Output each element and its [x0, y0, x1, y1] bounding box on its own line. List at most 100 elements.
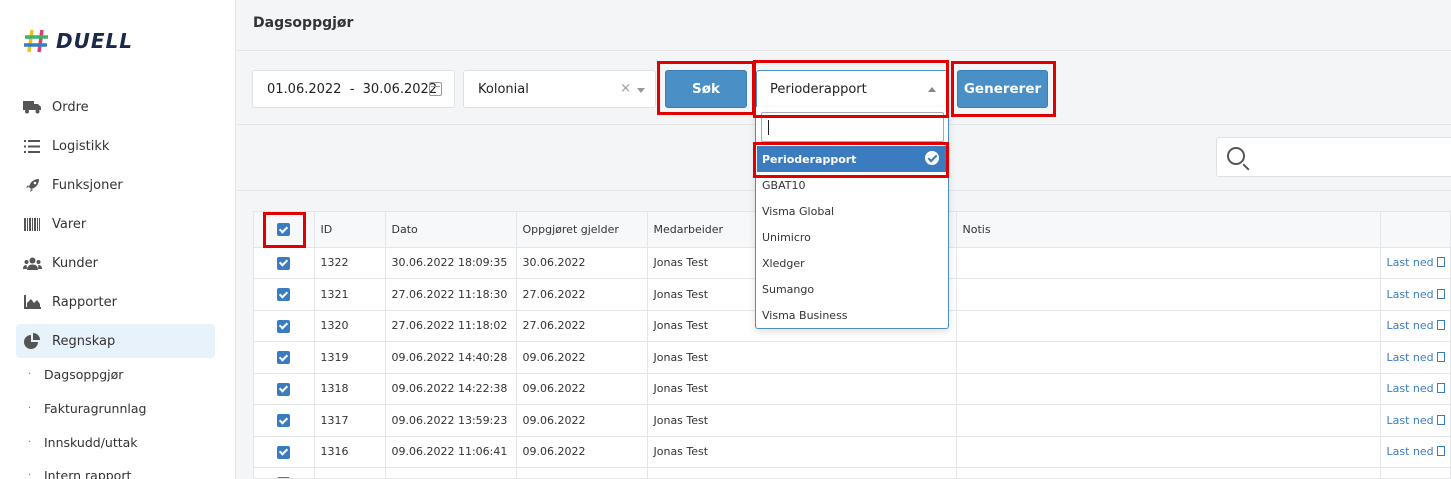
- cell-oppgjoret: 09.06.2022: [516, 341, 648, 374]
- row-checkbox[interactable]: [277, 256, 291, 270]
- download-link[interactable]: Last ned: [1387, 414, 1445, 427]
- download-link[interactable]: Last ned: [1387, 445, 1445, 458]
- row-checkbox[interactable]: [277, 382, 291, 396]
- option-label: Perioderapport: [762, 152, 857, 166]
- chevron-up-icon: [928, 87, 936, 92]
- subitem-dagsoppgjor[interactable]: · Dagsoppgjør: [28, 367, 123, 382]
- cell-id: 1315: [314, 467, 386, 478]
- sidebar-item-ordre[interactable]: Ordre: [16, 90, 215, 124]
- option-label: Xledger: [762, 256, 805, 270]
- column-header-oppgjoret[interactable]: Oppgjøret gjelder: [516, 212, 648, 248]
- store-select[interactable]: Kolonial ×: [463, 70, 656, 108]
- subitem-innskudd-uttak[interactable]: · Innskudd/uttak: [28, 435, 138, 450]
- hash-logo-icon: [22, 26, 52, 56]
- logo[interactable]: DUELL: [22, 26, 133, 56]
- table-row[interactable]: 1319 09.06.2022 14:40:28 09.06.2022 Jonas T…: [254, 341, 1450, 374]
- sidebar-item-varer[interactable]: Varer: [16, 207, 215, 241]
- dropdown-option-gbat10[interactable]: GBAT10: [757, 172, 949, 198]
- sidebar-item-label: Funksjoner: [52, 177, 123, 193]
- cell-id: 1321: [314, 278, 386, 311]
- cell-id: 1322: [314, 247, 386, 279]
- select-all-checkbox[interactable]: [277, 223, 291, 236]
- subitem-label: Fakturagrunnlag: [44, 401, 147, 416]
- list-icon: [22, 136, 42, 156]
- row-select-cell: [254, 341, 315, 374]
- download-label: Last ned: [1386, 287, 1434, 301]
- sidebar-item-label: Varer: [52, 216, 87, 232]
- option-label: Sumango: [762, 282, 815, 296]
- column-header-id[interactable]: ID: [314, 212, 386, 248]
- table-row[interactable]: 1318 09.06.2022 14:22:38 09.06.2022 Jonas T…: [254, 373, 1450, 405]
- table-row[interactable]: 1315 Last ned: [254, 467, 1450, 478]
- download-label: Last ned: [1386, 445, 1434, 459]
- dropdown-option-xledger[interactable]: Xledger: [757, 250, 949, 276]
- generate-button[interactable]: Genererer: [957, 70, 1048, 108]
- subitem-fakturagrunnlag[interactable]: · Fakturagrunnlag: [28, 401, 146, 416]
- table-search-input[interactable]: [1216, 137, 1451, 177]
- cell-notis: [956, 436, 1381, 468]
- sidebar-item-kunder[interactable]: Kunder: [16, 246, 215, 280]
- dropdown-option-unimicro[interactable]: Unimicro: [757, 224, 949, 250]
- report-type-value: Perioderapport: [770, 81, 867, 97]
- chevron-down-icon: [637, 88, 645, 93]
- row-checkbox[interactable]: [277, 351, 291, 364]
- file-icon: [1436, 288, 1445, 299]
- sidebar-item-label: Kunder: [52, 255, 98, 271]
- file-icon: [1436, 257, 1445, 268]
- bullet-icon: ·: [28, 470, 32, 479]
- row-checkbox[interactable]: [277, 288, 291, 301]
- rocket-icon: [22, 175, 42, 195]
- cell-dato: 30.06.2022 18:09:35: [385, 247, 517, 279]
- cell-actions: Last ned: [1380, 467, 1450, 478]
- column-header-dato[interactable]: Dato: [385, 212, 517, 248]
- download-link[interactable]: Last ned: [1387, 351, 1445, 364]
- row-select-cell: [254, 278, 315, 311]
- cell-actions: Last ned: [1380, 278, 1450, 311]
- date-range-picker[interactable]: 01.06.2022 - 30.06.2022: [252, 70, 455, 108]
- clear-icon[interactable]: ×: [620, 81, 631, 96]
- cell-notis: [956, 404, 1381, 437]
- dropdown-option-sumango[interactable]: Sumango: [757, 276, 949, 302]
- sidebar-item-rapporter[interactable]: Rapporter: [16, 285, 215, 319]
- row-checkbox[interactable]: [277, 319, 291, 333]
- download-link[interactable]: Last ned: [1387, 319, 1445, 332]
- cell-medarbeider: Jonas Test: [647, 436, 957, 468]
- cell-oppgjoret: 27.06.2022: [516, 310, 648, 342]
- sidebar-item-regnskap[interactable]: Regnskap: [16, 324, 215, 358]
- subitem-label: Intern rapport: [44, 468, 132, 479]
- report-type-select[interactable]: Perioderapport: [756, 70, 948, 108]
- table-row[interactable]: 1316 09.06.2022 11:06:41 09.06.2022 Jonas T…: [254, 436, 1450, 468]
- calendar-icon: [429, 82, 442, 96]
- cell-medarbeider: Jonas Test: [647, 373, 957, 405]
- cell-oppgjoret: 09.06.2022: [516, 373, 648, 405]
- cell-id: 1316: [314, 436, 386, 468]
- download-link[interactable]: Last ned: [1387, 288, 1445, 301]
- download-link[interactable]: Last ned: [1387, 256, 1445, 269]
- cell-actions: Last ned: [1380, 341, 1450, 374]
- dropdown-search-input[interactable]: [761, 112, 944, 142]
- dropdown-option-visma-business[interactable]: Visma Business: [757, 302, 949, 328]
- row-checkbox[interactable]: [277, 445, 291, 459]
- download-label: Last ned: [1386, 319, 1434, 333]
- select-all-cell: [254, 212, 315, 248]
- sidebar: DUELL Ordre Logistikk Funksjoner Varer K…: [0, 0, 236, 479]
- dropdown-option-visma-global[interactable]: Visma Global: [757, 198, 949, 224]
- cell-notis: [956, 310, 1381, 342]
- search-icon: [1227, 147, 1245, 165]
- cell-id: 1317: [314, 404, 386, 437]
- cell-actions: Last ned: [1380, 373, 1450, 405]
- column-header-notis[interactable]: Notis: [956, 212, 1381, 248]
- row-checkbox[interactable]: [277, 414, 291, 427]
- subitem-intern-rapport[interactable]: · Intern rapport: [28, 468, 131, 479]
- row-select-cell: [254, 310, 315, 342]
- search-button[interactable]: Søk: [665, 70, 747, 108]
- table-row[interactable]: 1317 09.06.2022 13:59:23 09.06.2022 Jonas T…: [254, 404, 1450, 437]
- cell-id: 1319: [314, 341, 386, 374]
- sidebar-item-logistikk[interactable]: Logistikk: [16, 129, 215, 163]
- row-select-cell: [254, 467, 315, 478]
- sidebar-item-funksjoner[interactable]: Funksjoner: [16, 168, 215, 202]
- dropdown-option-perioderapport[interactable]: Perioderapport: [757, 146, 949, 172]
- cell-dato: [385, 467, 517, 478]
- download-link[interactable]: Last ned: [1387, 382, 1445, 395]
- cell-dato: 09.06.2022 11:06:41: [385, 436, 517, 468]
